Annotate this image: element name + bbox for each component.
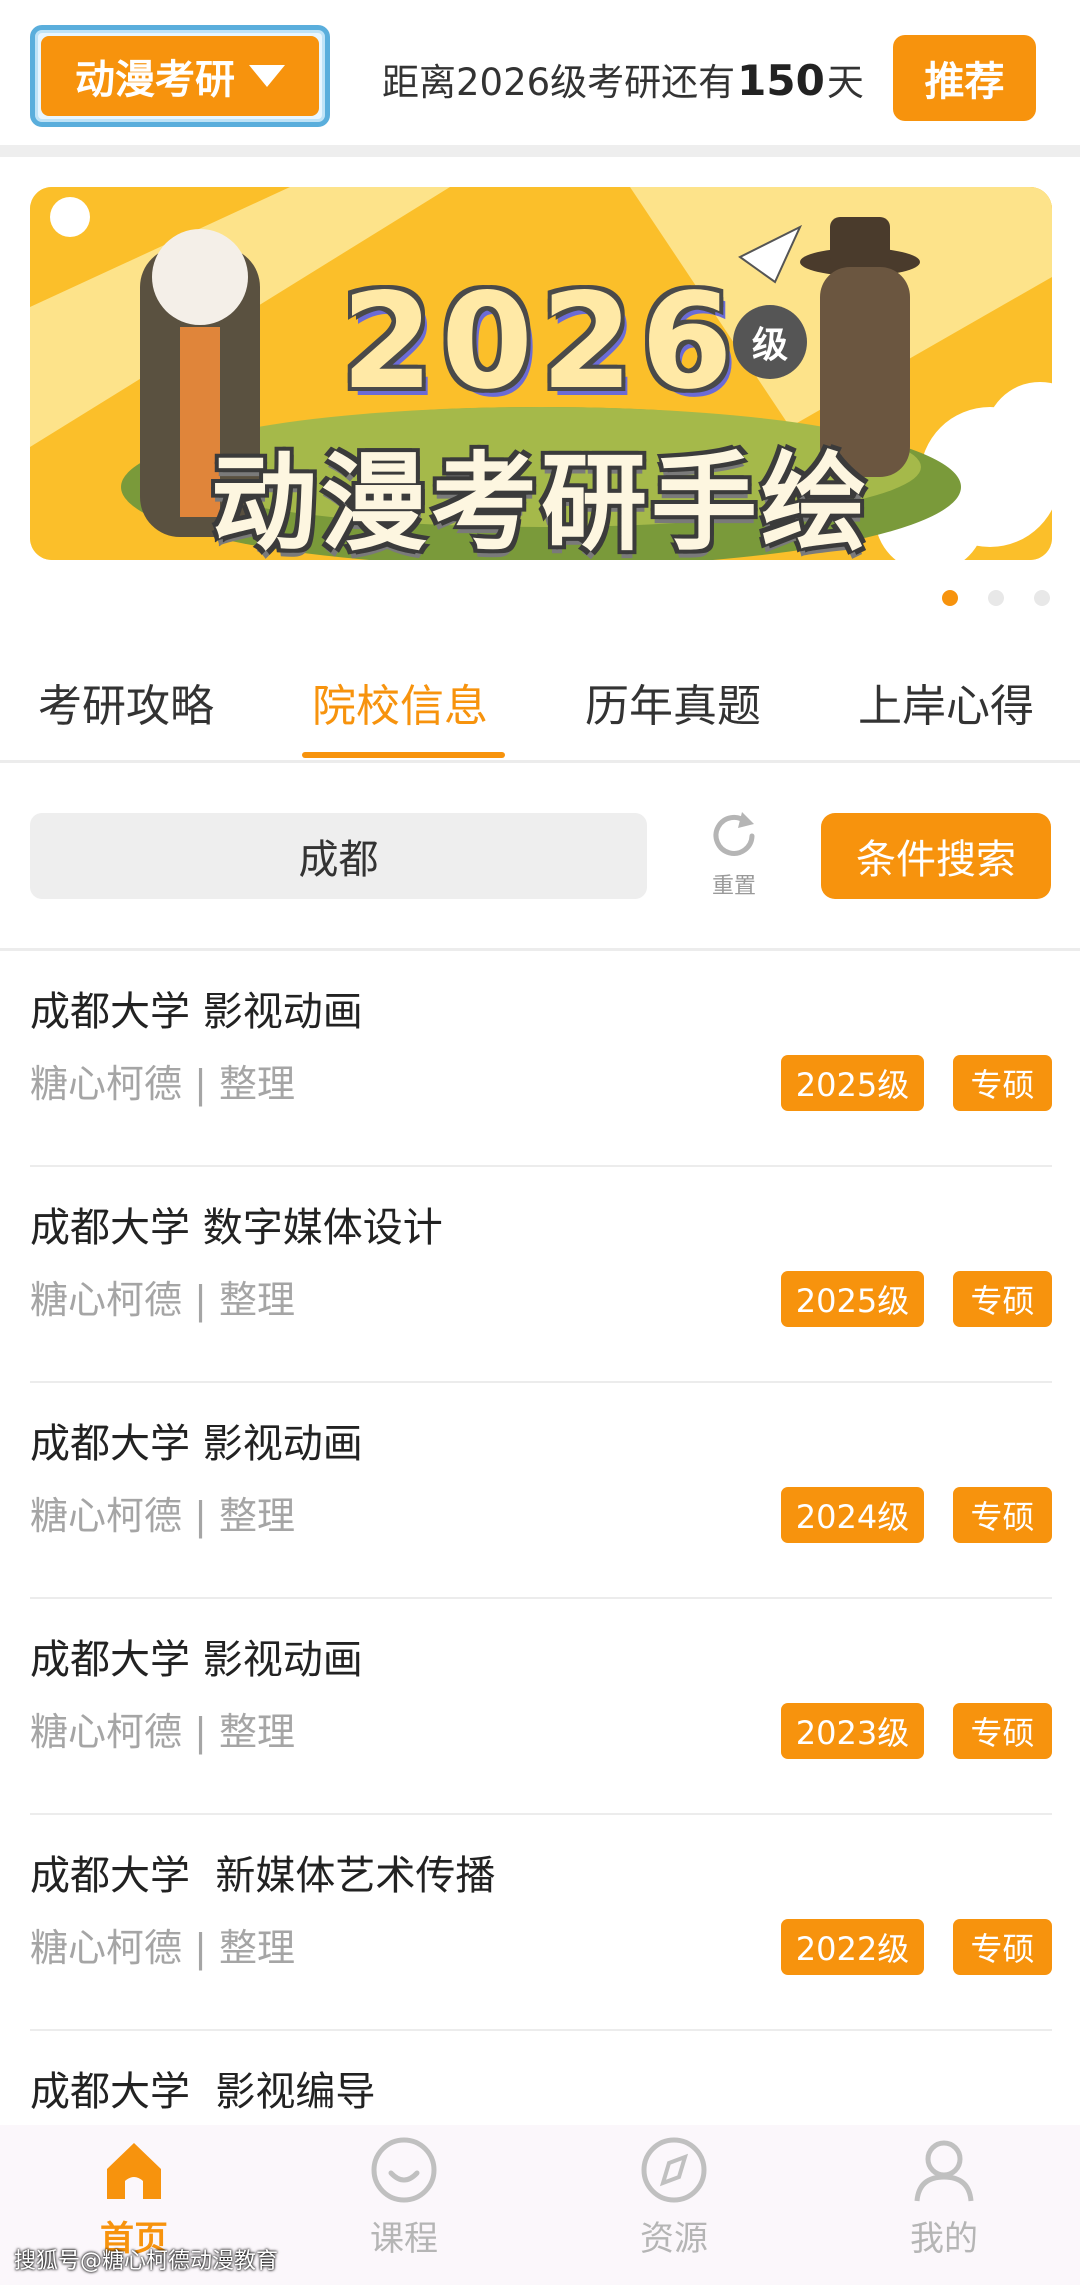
item-title: 成都大学 影视动画	[30, 1421, 363, 1467]
watermark: 搜狐号@糖心柯德动漫教育	[14, 2249, 279, 2274]
degree-type-badge: 专硕	[953, 1271, 1052, 1327]
grade-badge: 2022级	[781, 1919, 924, 1975]
grade-badge: 2024级	[781, 1487, 924, 1543]
item-title: 成都大学 新媒体艺术传播	[30, 1853, 496, 1899]
app-switch-dropdown[interactable]: 动漫考研	[30, 25, 330, 127]
reset-button[interactable]: 重置	[704, 808, 764, 908]
pagination-dot-3[interactable]	[1034, 590, 1050, 606]
countdown-suffix: 天	[826, 61, 864, 104]
banner-year: 2026	[341, 265, 741, 419]
recommend-button[interactable]: 推荐	[893, 35, 1036, 121]
list-item[interactable]: 成都大学 数字媒体设计 糖心柯德 | 整理 2025级 专硕	[30, 1167, 1052, 1383]
item-author: 糖心柯德 | 整理	[30, 1494, 295, 1538]
grade-badge: 2025级	[781, 1055, 924, 1111]
item-title: 成都大学 影视动画	[30, 1637, 363, 1683]
item-title: 成都大学 数字媒体设计	[30, 1205, 443, 1251]
pagination-dot-2[interactable]	[988, 590, 1004, 606]
home-icon	[107, 2143, 161, 2199]
list-item[interactable]: 成都大学 影视动画 糖心柯德 | 整理 2023级 专硕	[30, 1599, 1052, 1815]
city-select[interactable]: 成都	[30, 813, 647, 899]
school-list: 成都大学 影视动画 糖心柯德 | 整理 2025级 专硕 成都大学 数字媒体设计…	[30, 951, 1052, 2247]
list-item[interactable]: 成都大学 影视动画 糖心柯德 | 整理 2025级 专硕	[30, 951, 1052, 1167]
countdown-days: 150	[737, 56, 825, 105]
banner-pagination	[942, 590, 1050, 606]
pagination-dot-1[interactable]	[942, 590, 958, 606]
reset-label: 重置	[711, 874, 756, 899]
degree-type-badge: 专硕	[953, 1055, 1052, 1111]
banner-grade-badge: 级	[733, 305, 807, 379]
bottom-navigation: 首页 课程 资源 我的 搜狐号@糖心柯德动漫教育	[0, 2125, 1080, 2285]
user-icon	[914, 2140, 974, 2202]
list-item[interactable]: 成都大学 影视动画 糖心柯德 | 整理 2024级 专硕	[30, 1383, 1052, 1599]
degree-type-badge: 专硕	[953, 1487, 1052, 1543]
nav-courses-label: 课程	[370, 2219, 438, 2259]
nav-resources[interactable]: 资源	[614, 2135, 734, 2260]
tab-experience[interactable]: 上岸心得	[858, 670, 1034, 734]
item-author: 糖心柯德 | 整理	[30, 1278, 295, 1322]
refresh-icon	[713, 812, 755, 856]
filter-bar: 成都 重置 条件搜索	[0, 763, 1080, 948]
condition-search-button[interactable]: 条件搜索	[821, 813, 1051, 899]
item-title: 成都大学 影视编导	[30, 2069, 376, 2115]
nav-home[interactable]: 首页	[74, 2135, 194, 2260]
caret-down-icon	[249, 65, 285, 87]
item-title: 成都大学 影视动画	[30, 989, 363, 1035]
nav-resources-label: 资源	[640, 2219, 708, 2259]
smile-icon	[371, 2137, 437, 2203]
active-tab-indicator	[302, 752, 505, 758]
category-tabs: 考研攻略 院校信息 历年真题 上岸心得	[0, 650, 1080, 760]
nav-mine-label: 我的	[910, 2219, 978, 2259]
degree-type-badge: 专硕	[953, 1703, 1052, 1759]
tab-past-papers[interactable]: 历年真题	[585, 670, 761, 734]
item-author: 糖心柯德 | 整理	[30, 1926, 295, 1970]
grade-badge: 2023级	[781, 1703, 924, 1759]
banner-title: 动漫考研手绘	[211, 442, 871, 560]
app-switch-button[interactable]: 动漫考研	[41, 36, 319, 116]
item-author: 糖心柯德 | 整理	[30, 1062, 295, 1106]
header-divider	[0, 145, 1080, 157]
countdown-prefix: 距离2026级考研还有	[382, 61, 736, 104]
nav-mine[interactable]: 我的	[884, 2135, 1004, 2260]
item-author: 糖心柯德 | 整理	[30, 1710, 295, 1754]
app-switch-label: 动漫考研	[75, 57, 235, 103]
compass-icon	[641, 2137, 707, 2203]
grade-badge: 2025级	[781, 1271, 924, 1327]
degree-type-badge: 专硕	[953, 1919, 1052, 1975]
tab-strategy[interactable]: 考研攻略	[38, 670, 214, 734]
list-item[interactable]: 成都大学 新媒体艺术传播 糖心柯德 | 整理 2022级 专硕	[30, 1815, 1052, 2031]
top-header: 动漫考研 距离2026级考研还有150天 推荐	[0, 0, 1080, 145]
tab-school-info[interactable]: 院校信息	[312, 670, 488, 734]
promo-banner[interactable]: 2026 级 动漫考研手绘	[30, 187, 1052, 560]
nav-courses[interactable]: 课程	[344, 2135, 464, 2260]
exam-countdown: 距离2026级考研还有150天	[382, 52, 864, 106]
